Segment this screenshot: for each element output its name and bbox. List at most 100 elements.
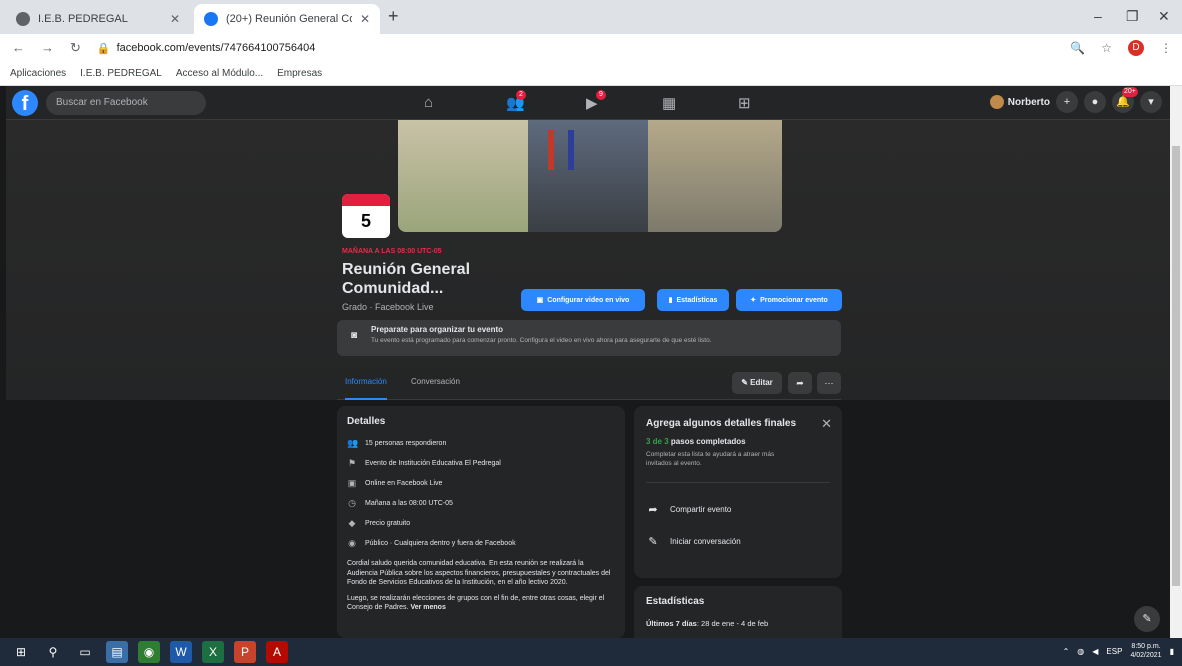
detail-row: ◷ Mañana a las 08:00 UTC-05 — [347, 493, 615, 513]
gaming-icon[interactable]: ⊞ — [738, 94, 751, 112]
powerpoint-icon[interactable]: P — [234, 641, 256, 663]
notifications-badge: 20+ — [1122, 87, 1138, 97]
video-icon: ▣ — [347, 477, 357, 488]
browser-tab-event[interactable]: (20+) Reunión General Comuni ✕ — [194, 4, 380, 34]
detail-row: ◆ Precio gratuito — [347, 513, 615, 533]
groups-badge: 9 — [596, 90, 606, 100]
excel-icon[interactable]: X — [202, 641, 224, 663]
notifications-icon[interactable]: 🔔 20+ — [1112, 87, 1138, 113]
promote-event-button[interactable]: ✦ Promocionar evento — [736, 289, 842, 311]
search-icon[interactable]: ⚲ — [42, 641, 64, 663]
watch-icon[interactable]: ▶ 9 — [586, 90, 606, 112]
chart-icon: ▮ — [668, 297, 673, 304]
chevron-up-icon[interactable]: ⌃ — [1063, 647, 1070, 656]
globe-icon: ◉ — [348, 537, 356, 548]
acrobat-icon[interactable]: A — [266, 641, 288, 663]
forward-icon[interactable]: → — [41, 40, 54, 56]
stats-button[interactable]: ▮ Estadísticas — [657, 289, 729, 311]
url-field[interactable]: 🔒 facebook.com/events/747664100756404 — [97, 42, 315, 55]
facebook-logo[interactable]: f — [12, 90, 38, 116]
detail-text: Precio gratuito — [365, 519, 411, 527]
account-menu-icon[interactable]: ▾ — [1140, 91, 1162, 113]
close-icon[interactable]: ✕ — [170, 12, 180, 26]
new-message-button[interactable]: ✎ — [1134, 606, 1160, 632]
configure-video-button[interactable]: ▣ Configurar video en vivo — [521, 289, 645, 311]
detail-row: ⚑ Evento de Institución Educativa El Pedr… — [347, 453, 615, 473]
home-icon[interactable]: ⌂ — [424, 94, 433, 111]
language-indicator[interactable]: ESP — [1106, 647, 1122, 656]
close-icon[interactable]: ✕ — [821, 416, 832, 432]
prepare-notice: ◙ Preparate para organizar tu evento Tu … — [337, 320, 841, 356]
detail-text: Online en Facebook Live — [365, 479, 443, 487]
page-scrollbar[interactable] — [1170, 86, 1182, 638]
avatar — [989, 95, 1004, 109]
menu-icon[interactable]: ⋮ — [1160, 41, 1172, 55]
tab-conversation[interactable]: Conversación — [411, 377, 460, 386]
windows-taskbar: ⊞ ⚲ ▭ ▤ ◉ W X P A ⌃ ◍ ◀ ESP 8:50 p.m. 4/0… — [0, 638, 1182, 666]
volume-icon[interactable]: ◀ — [1092, 647, 1098, 656]
video-icon: ▣ — [536, 297, 544, 304]
final-details-desc: Completar esta lista te ayudará a atraer… — [646, 451, 775, 467]
event-description-more: Luego, se realizarán elecciones de grupo… — [347, 594, 615, 613]
bookmark-pedregal[interactable]: I.E.B. PEDREGAL — [80, 68, 162, 79]
action-label: Compartir evento — [670, 504, 732, 514]
maximize-button[interactable]: ❐ — [1126, 8, 1139, 25]
edit-button[interactable]: ✎ Editar — [732, 372, 782, 394]
bookmark-modulo[interactable]: Acceso al Módulo... — [176, 68, 263, 79]
detail-text: Público · Cualquiera dentro y fuera de F… — [365, 539, 516, 547]
event-page: 5 MAÑANA A LAS 08:00 UTC-05 Reunión Gene… — [6, 120, 1170, 638]
progress-count: 3 de 3 — [646, 437, 669, 446]
search-input[interactable]: Buscar en Facebook — [46, 91, 206, 115]
reload-icon[interactable]: ↻ — [70, 40, 81, 56]
word-icon[interactable]: W — [170, 641, 192, 663]
more-options-button[interactable]: ⋯ — [817, 372, 841, 394]
progress-label: pasos completados — [670, 437, 746, 446]
browser-tab-pedregal[interactable]: I.E.B. PEDREGAL ✕ — [6, 4, 190, 34]
start-conversation-action[interactable]: ✎ Iniciar conversación — [646, 525, 830, 557]
minimize-button[interactable]: – — [1094, 8, 1102, 24]
clock-date: 4/02/2021 — [1130, 652, 1162, 659]
camera-icon: ◙ — [351, 330, 358, 341]
back-icon[interactable]: ← — [12, 40, 25, 56]
button-label: Promocionar evento — [760, 296, 828, 304]
stats-card: Estadísticas Últimos 7 días: 28 de ene -… — [634, 586, 842, 638]
detail-text[interactable]: Evento de Institución Educativa El Pedre… — [365, 460, 501, 467]
share-button[interactable]: ➦ — [788, 372, 812, 394]
new-tab-button[interactable]: + — [388, 6, 399, 27]
share-icon: ➦ — [648, 503, 658, 516]
friends-badge: 2 — [516, 90, 526, 100]
network-icon[interactable]: ◍ — [1077, 647, 1084, 656]
zoom-icon[interactable]: 🔍 — [1070, 41, 1085, 55]
event-date-card: 5 — [342, 194, 390, 238]
profile-avatar[interactable]: D — [1128, 40, 1144, 56]
share-event-action[interactable]: ➦ Compartir evento — [646, 493, 830, 525]
clock[interactable]: 8:50 p.m. 4/02/2021 — [1130, 642, 1161, 660]
page-title: Reunión General Comunidad... — [342, 261, 471, 297]
marketplace-icon[interactable]: ▦ — [662, 94, 676, 112]
file-explorer-icon[interactable]: ▤ — [106, 641, 128, 663]
event-datetime: MAÑANA A LAS 08:00 UTC-05 — [342, 248, 442, 255]
messenger-icon[interactable]: ● — [1084, 91, 1106, 113]
create-button[interactable]: + — [1056, 91, 1078, 113]
final-details-heading: Agrega algunos detalles finales — [646, 418, 797, 429]
button-label: Estadísticas — [676, 296, 718, 304]
star-icon[interactable]: ☆ — [1101, 41, 1112, 55]
task-view-icon[interactable]: ▭ — [74, 641, 96, 663]
stats-heading: Estadísticas — [646, 596, 705, 607]
chrome-icon[interactable]: ◉ — [138, 641, 160, 663]
see-more-link[interactable]: Ver menos — [410, 604, 445, 611]
friends-icon[interactable]: 👥 2 — [506, 90, 526, 112]
notification-center-icon[interactable]: ▮ — [1170, 647, 1174, 656]
event-cover-photo[interactable] — [398, 120, 782, 232]
system-tray: ⌃ ◍ ◀ ESP 8:50 p.m. 4/02/2021 ▮ — [1063, 642, 1174, 660]
bookmark-apps[interactable]: Aplicaciones — [10, 68, 66, 79]
user-profile-link[interactable]: Norberto — [989, 95, 1050, 109]
close-icon[interactable]: ✕ — [360, 12, 370, 26]
close-window-button[interactable]: ✕ — [1158, 8, 1170, 25]
tab-information[interactable]: Información — [345, 377, 387, 400]
flag-icon: ⚑ — [347, 457, 357, 468]
windows-start-icon[interactable]: ⊞ — [10, 641, 32, 663]
detail-row: ▣ Online en Facebook Live — [347, 473, 615, 493]
bookmark-empresas[interactable]: Empresas — [277, 68, 322, 79]
people-icon: 👥 — [347, 437, 359, 448]
